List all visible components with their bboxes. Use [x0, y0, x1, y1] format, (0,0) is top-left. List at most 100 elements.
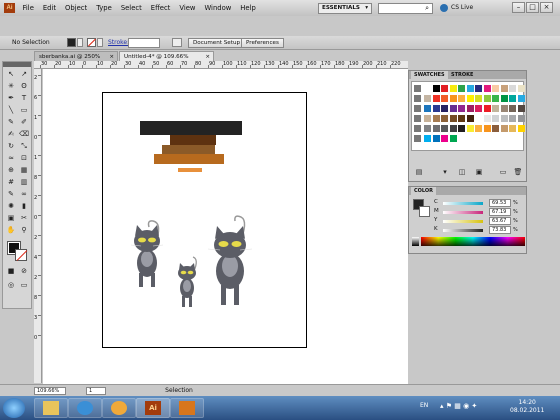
swatch-group-folder-icon[interactable] — [414, 135, 421, 142]
swatch[interactable] — [432, 85, 440, 92]
swatch[interactable] — [449, 125, 457, 132]
swatch[interactable] — [449, 115, 457, 122]
magic-wand-tool-icon[interactable]: ✳ — [5, 81, 17, 91]
cat-large-left[interactable] — [130, 220, 164, 287]
swatch[interactable] — [441, 105, 448, 112]
swatch[interactable] — [492, 95, 499, 102]
artboard[interactable] — [102, 92, 307, 348]
color-stroke-box[interactable] — [419, 206, 430, 217]
hand-tool-icon[interactable]: ✋ — [5, 225, 17, 235]
swatch-group-folder-icon[interactable] — [414, 85, 421, 92]
swatch[interactable] — [509, 125, 516, 132]
swatch[interactable] — [424, 85, 431, 92]
swatch[interactable] — [509, 85, 516, 92]
swatch[interactable] — [458, 95, 465, 102]
type-tool-icon[interactable]: T — [18, 93, 30, 103]
menu-file[interactable]: File — [18, 4, 38, 12]
swatch[interactable] — [483, 105, 491, 112]
mesh-tool-icon[interactable]: # — [5, 177, 17, 187]
pen-tool-icon[interactable]: ✒ — [5, 93, 17, 103]
swatch[interactable] — [441, 95, 448, 102]
cat-large-right[interactable] — [207, 215, 253, 305]
workspace-switcher[interactable]: ESSENTIALS ▾ — [318, 3, 372, 14]
tab-sberbanka[interactable]: sberbanka.ai @ 250% (CMYK/Preview)× — [34, 51, 118, 70]
clock[interactable]: 14:20 08.02.2011 — [510, 399, 544, 415]
delete-swatch-icon[interactable]: 🗑 — [512, 167, 524, 177]
swatch[interactable] — [475, 105, 482, 112]
swatch[interactable] — [509, 115, 516, 122]
tab-untitled-4[interactable]: Untitled-4* @ 109.66% (CMYK/Preview)× — [119, 51, 214, 70]
fill-dropdown[interactable] — [77, 38, 83, 47]
eyedropper-tool-icon[interactable]: ✎ — [5, 189, 17, 199]
minimize-button[interactable]: – — [512, 2, 525, 13]
search-field[interactable]: ⌕ — [378, 3, 433, 14]
tray-icons[interactable]: ▴ ⚑ ▦ ◉ ✦ — [440, 402, 500, 412]
swatch[interactable] — [475, 125, 482, 132]
menu-effect[interactable]: Effect — [146, 4, 175, 12]
swatch[interactable] — [424, 105, 431, 112]
fill-swatch[interactable] — [67, 38, 76, 47]
slice-tool-icon[interactable]: ✂ — [18, 213, 30, 223]
menu-help[interactable]: Help — [236, 4, 261, 12]
tab-color[interactable]: COLOR — [411, 187, 437, 195]
swatch[interactable] — [441, 115, 448, 122]
swatch[interactable] — [449, 105, 457, 112]
cat-small-middle[interactable] — [178, 256, 197, 307]
menu-object[interactable]: Object — [61, 4, 92, 12]
stroke-link[interactable]: Stroke: — [108, 39, 129, 46]
cs-live-button[interactable]: CS Live — [440, 2, 495, 14]
swatch[interactable] — [483, 95, 491, 102]
swatch[interactable] — [500, 95, 508, 102]
swatch[interactable] — [441, 135, 448, 142]
preferences-button[interactable]: Preferences — [241, 38, 284, 48]
column-graph-tool-icon[interactable]: ▮ — [18, 201, 30, 211]
document-setup-button[interactable]: Document Setup — [188, 38, 246, 48]
swatch-group-folder-icon[interactable] — [414, 125, 421, 132]
current-tool-status[interactable]: Selection — [150, 387, 208, 395]
gradient-tool-icon[interactable]: ▥ — [18, 177, 30, 187]
swatch[interactable] — [475, 85, 482, 92]
width-tool-icon[interactable]: ≈ — [5, 153, 17, 163]
tab-stroke[interactable]: STROKE — [448, 71, 476, 79]
menu-edit[interactable]: Edit — [38, 4, 60, 12]
pencil-tool-icon[interactable]: ✐ — [18, 117, 30, 127]
none-mode-icon[interactable]: ⊘ — [18, 266, 30, 276]
swatch[interactable] — [466, 85, 474, 92]
channel-value-field[interactable]: 67.19 — [489, 208, 511, 216]
swatch[interactable] — [492, 115, 499, 122]
symbol-sprayer-tool-icon[interactable]: ✺ — [5, 201, 17, 211]
swatch[interactable] — [517, 125, 525, 132]
swatch[interactable] — [466, 125, 474, 132]
black-white-swatch[interactable] — [412, 237, 419, 246]
swatch[interactable] — [492, 85, 499, 92]
channel-slider[interactable] — [443, 211, 483, 214]
swatch[interactable] — [483, 115, 491, 122]
stroke-swatch[interactable] — [87, 38, 96, 47]
swatch[interactable] — [424, 125, 431, 132]
taskbar-app[interactable] — [102, 398, 136, 418]
swatch[interactable] — [500, 105, 508, 112]
swatch[interactable] — [475, 95, 482, 102]
swatch[interactable] — [466, 105, 474, 112]
swatch[interactable] — [449, 85, 457, 92]
swatch[interactable] — [500, 115, 508, 122]
channel-slider[interactable] — [443, 202, 483, 205]
swatch[interactable] — [475, 115, 482, 122]
color-mode-icon[interactable]: ■ — [5, 266, 17, 276]
free-transform-tool-icon[interactable]: ⊡ — [18, 153, 30, 163]
swatch[interactable] — [492, 125, 499, 132]
tab-swatches[interactable]: SWATCHES — [411, 71, 448, 79]
swatch[interactable] — [500, 125, 508, 132]
swatch[interactable] — [424, 115, 431, 122]
swatch-libraries-icon[interactable]: ▤ — [413, 167, 425, 177]
color-spectrum-shade[interactable] — [421, 237, 525, 246]
swatch[interactable] — [441, 125, 448, 132]
stroke-dropdown[interactable] — [97, 38, 103, 47]
line-tool-icon[interactable]: ╲ — [5, 105, 17, 115]
shape-builder-tool-icon[interactable]: ⊕ — [5, 165, 17, 175]
start-button[interactable] — [3, 398, 25, 418]
selection-tool-icon[interactable]: ↖ — [5, 69, 17, 79]
menu-select[interactable]: Select — [116, 4, 146, 12]
swatch[interactable] — [424, 135, 431, 142]
zoom-tool-icon[interactable]: ⚲ — [18, 225, 30, 235]
